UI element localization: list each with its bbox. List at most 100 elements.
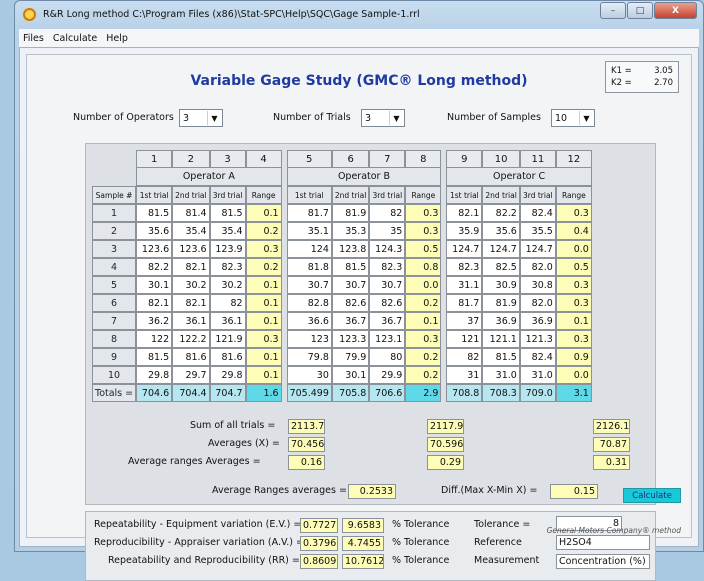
measurement-cell[interactable]: 81.4 bbox=[172, 204, 210, 222]
measurement-cell[interactable]: 30.2 bbox=[209, 276, 246, 294]
measurement-cell[interactable]: 35.6 bbox=[482, 222, 520, 240]
measurement-cell[interactable]: 82 bbox=[446, 348, 483, 366]
measurement-cell[interactable]: 36.1 bbox=[209, 312, 246, 330]
measurement-cell[interactable]: 81.9 bbox=[331, 204, 370, 222]
measurement-cell[interactable]: 123.6 bbox=[172, 240, 210, 258]
trials-select[interactable]: 3 ▼ bbox=[361, 109, 405, 127]
measurement-cell[interactable]: 36.9 bbox=[519, 312, 556, 330]
measurement-cell[interactable]: 121 bbox=[446, 330, 483, 348]
reference-input[interactable]: H2SO4 bbox=[556, 535, 650, 550]
chevron-down-icon[interactable]: ▼ bbox=[207, 111, 221, 125]
measurement-cell[interactable]: 81.6 bbox=[209, 348, 246, 366]
measurement-cell[interactable]: 29.9 bbox=[369, 366, 406, 384]
measurement-cell[interactable]: 123.8 bbox=[331, 240, 370, 258]
measurement-cell[interactable]: 124 bbox=[286, 240, 332, 258]
measurement-cell[interactable]: 124.7 bbox=[482, 240, 520, 258]
measurement-cell[interactable]: 35.4 bbox=[209, 222, 246, 240]
measurement-cell[interactable]: 82.2 bbox=[482, 204, 520, 222]
measurement-cell[interactable]: 29.8 bbox=[209, 366, 246, 384]
measurement-cell[interactable]: 123.3 bbox=[331, 330, 370, 348]
measurement-cell[interactable]: 30.7 bbox=[286, 276, 332, 294]
measurement-cell[interactable]: 29.7 bbox=[172, 366, 210, 384]
measurement-cell[interactable]: 122 bbox=[136, 330, 173, 348]
measurement-cell[interactable]: 82.4 bbox=[519, 204, 556, 222]
measurement-cell[interactable]: 35.3 bbox=[331, 222, 370, 240]
measurement-cell[interactable]: 31.0 bbox=[482, 366, 520, 384]
measurement-cell[interactable]: 81.5 bbox=[482, 348, 520, 366]
measurement-cell[interactable]: 31.0 bbox=[519, 366, 556, 384]
measurement-cell[interactable]: 81.7 bbox=[286, 204, 332, 222]
menu-calculate[interactable]: Calculate bbox=[53, 33, 97, 44]
measurement-cell[interactable]: 35.6 bbox=[136, 222, 173, 240]
measurement-cell[interactable]: 123.1 bbox=[369, 330, 406, 348]
chevron-down-icon[interactable]: ▼ bbox=[389, 111, 403, 125]
measurement-cell[interactable]: 36.6 bbox=[286, 312, 332, 330]
measurement-cell[interactable]: 82.1 bbox=[446, 204, 483, 222]
measurement-cell[interactable]: 82.2 bbox=[136, 258, 173, 276]
measurement-cell[interactable]: 82.6 bbox=[369, 294, 406, 312]
measurement-cell[interactable]: 121.9 bbox=[209, 330, 246, 348]
measurement-input[interactable]: Concentration (%) bbox=[556, 554, 650, 569]
measurement-cell[interactable]: 30.1 bbox=[136, 276, 173, 294]
measurement-cell[interactable]: 82.3 bbox=[209, 258, 246, 276]
measurement-cell[interactable]: 30.7 bbox=[331, 276, 370, 294]
measurement-cell[interactable]: 35.1 bbox=[286, 222, 332, 240]
measurement-cell[interactable]: 79.8 bbox=[286, 348, 332, 366]
measurement-cell[interactable]: 81.6 bbox=[172, 348, 210, 366]
measurement-cell[interactable]: 30.1 bbox=[331, 366, 370, 384]
measurement-cell[interactable]: 80 bbox=[369, 348, 406, 366]
measurement-cell[interactable]: 81.5 bbox=[209, 204, 246, 222]
measurement-cell[interactable]: 82.8 bbox=[286, 294, 332, 312]
measurement-cell[interactable]: 82.4 bbox=[519, 348, 556, 366]
measurement-cell[interactable]: 82.1 bbox=[136, 294, 173, 312]
measurement-cell[interactable]: 82.0 bbox=[519, 294, 556, 312]
measurement-cell[interactable]: 35.5 bbox=[519, 222, 556, 240]
measurement-cell[interactable]: 30.7 bbox=[369, 276, 406, 294]
measurement-cell[interactable]: 30.8 bbox=[519, 276, 556, 294]
measurement-cell[interactable]: 82 bbox=[369, 204, 406, 222]
menu-files[interactable]: Files bbox=[23, 33, 44, 44]
measurement-cell[interactable]: 36.7 bbox=[331, 312, 370, 330]
measurement-cell[interactable]: 30.2 bbox=[172, 276, 210, 294]
measurement-cell[interactable]: 82.5 bbox=[482, 258, 520, 276]
measurement-cell[interactable]: 82.3 bbox=[446, 258, 483, 276]
measurement-cell[interactable]: 82 bbox=[209, 294, 246, 312]
measurement-cell[interactable]: 31.1 bbox=[446, 276, 483, 294]
measurement-cell[interactable]: 81.7 bbox=[446, 294, 483, 312]
samples-select[interactable]: 10 ▼ bbox=[551, 109, 595, 127]
measurement-cell[interactable]: 82.1 bbox=[172, 258, 210, 276]
menu-help[interactable]: Help bbox=[106, 33, 128, 44]
measurement-cell[interactable]: 82.6 bbox=[331, 294, 370, 312]
measurement-cell[interactable]: 81.8 bbox=[286, 258, 332, 276]
minimize-button[interactable]: – bbox=[600, 2, 626, 19]
calculate-button[interactable]: Calculate bbox=[623, 488, 681, 503]
measurement-cell[interactable]: 121.3 bbox=[519, 330, 556, 348]
measurement-cell[interactable]: 36.7 bbox=[369, 312, 406, 330]
measurement-cell[interactable]: 35 bbox=[369, 222, 406, 240]
measurement-cell[interactable]: 82.3 bbox=[369, 258, 406, 276]
maximize-button[interactable]: □ bbox=[627, 2, 653, 19]
measurement-cell[interactable]: 82.0 bbox=[519, 258, 556, 276]
measurement-cell[interactable]: 36.9 bbox=[482, 312, 520, 330]
measurement-cell[interactable]: 36.2 bbox=[136, 312, 173, 330]
measurement-cell[interactable]: 35.9 bbox=[446, 222, 483, 240]
measurement-cell[interactable]: 30.9 bbox=[482, 276, 520, 294]
measurement-cell[interactable]: 122.2 bbox=[172, 330, 210, 348]
measurement-cell[interactable]: 35.4 bbox=[172, 222, 210, 240]
measurement-cell[interactable]: 123.6 bbox=[136, 240, 173, 258]
measurement-cell[interactable]: 124.3 bbox=[369, 240, 406, 258]
measurement-cell[interactable]: 124.7 bbox=[519, 240, 556, 258]
measurement-cell[interactable]: 82.1 bbox=[172, 294, 210, 312]
measurement-cell[interactable]: 29.8 bbox=[136, 366, 173, 384]
measurement-cell[interactable]: 30 bbox=[286, 366, 332, 384]
measurement-cell[interactable]: 81.5 bbox=[331, 258, 370, 276]
measurement-cell[interactable]: 121.1 bbox=[482, 330, 520, 348]
measurement-cell[interactable]: 123.9 bbox=[209, 240, 246, 258]
operators-select[interactable]: 3 ▼ bbox=[179, 109, 223, 127]
measurement-cell[interactable]: 123 bbox=[286, 330, 332, 348]
measurement-cell[interactable]: 37 bbox=[446, 312, 483, 330]
measurement-cell[interactable]: 81.5 bbox=[136, 348, 173, 366]
chevron-down-icon[interactable]: ▼ bbox=[579, 111, 593, 125]
close-button[interactable]: X bbox=[654, 2, 697, 19]
measurement-cell[interactable]: 81.9 bbox=[482, 294, 520, 312]
